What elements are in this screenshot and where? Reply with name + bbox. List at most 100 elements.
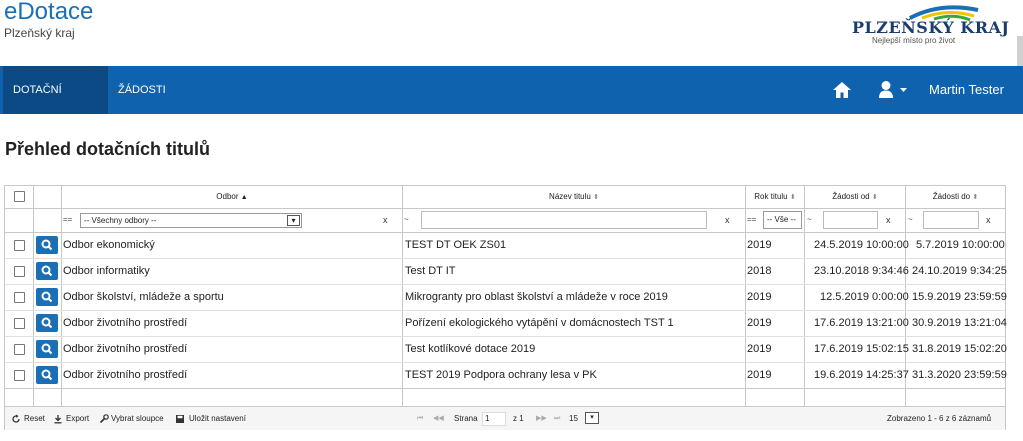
column-header-do[interactable]: Žádosti do ⬍ bbox=[906, 186, 1005, 208]
row-checkbox[interactable] bbox=[14, 266, 25, 277]
export-button[interactable]: Export bbox=[66, 407, 89, 431]
search-icon[interactable] bbox=[36, 288, 58, 306]
dotacni-tituly-grid: Odbor ▲ Název titulu ⬍ Rok titulu ⬍ Žádo… bbox=[4, 185, 1007, 430]
main-navbar: DOTAČNÍ TITULY ŽÁDOSTI Martin Tester bbox=[0, 66, 1023, 144]
sort-icon: ⬍ bbox=[871, 194, 878, 201]
odbor-filter-select[interactable]: -- Všechny odbory -- ▾ bbox=[80, 213, 302, 228]
clear-filter-button[interactable]: x bbox=[986, 215, 991, 225]
page-label: Strana bbox=[454, 414, 478, 423]
wrench-icon bbox=[99, 414, 109, 424]
plzensky-kraj-logo: PLZEŇSKÝ KRAJ Nejlepší místo pro život bbox=[850, 4, 1009, 50]
page-title: Přehled dotačních titulů bbox=[5, 139, 211, 159]
do-filter-input[interactable] bbox=[923, 211, 979, 229]
row-checkbox[interactable] bbox=[14, 318, 25, 329]
search-icon[interactable] bbox=[36, 366, 58, 384]
clear-filter-button[interactable]: x bbox=[383, 215, 388, 225]
column-header-odbor[interactable]: Odbor ▲ bbox=[62, 186, 402, 208]
reset-button[interactable]: Reset bbox=[24, 407, 45, 431]
nav-dotacni-tituly[interactable]: DOTAČNÍ TITULY bbox=[3, 66, 108, 144]
column-header-rok[interactable]: Rok titulu ⬍ bbox=[746, 186, 804, 208]
nazev-filter-input[interactable] bbox=[421, 211, 707, 229]
row-divider bbox=[5, 362, 1005, 363]
page-number-input[interactable]: 1 bbox=[482, 412, 506, 426]
cell-do: 24.10.2019 9:34:25 bbox=[912, 265, 1007, 277]
row-checkbox[interactable] bbox=[14, 370, 25, 381]
logo-name: PLZEŇSKÝ KRAJ bbox=[852, 18, 1010, 37]
last-page-icon[interactable]: ⏭ bbox=[554, 407, 560, 431]
cell-nazev: Mikrogranty pro oblast školství a mládež… bbox=[405, 291, 668, 303]
sort-icon: ⬍ bbox=[593, 194, 599, 201]
cell-odbor: Odbor životního prostředí bbox=[63, 369, 188, 381]
save-icon bbox=[176, 415, 184, 423]
cell-nazev: Test DT IT bbox=[405, 265, 456, 277]
filter-operator[interactable]: ~ bbox=[908, 215, 913, 224]
cell-rok: 2019 bbox=[747, 317, 772, 329]
user-name[interactable]: Martin Tester bbox=[929, 66, 1004, 114]
select-all-checkbox[interactable] bbox=[14, 191, 25, 202]
cell-odbor: Odbor informatiky bbox=[63, 265, 150, 277]
cell-do: 31.3.2020 23:59:59 bbox=[912, 369, 1007, 381]
home-icon[interactable] bbox=[832, 80, 852, 100]
save-settings-button[interactable]: Uložit nastavení bbox=[189, 407, 246, 431]
chevron-down-icon: ▾ bbox=[287, 215, 300, 226]
page-size: 15 bbox=[569, 414, 578, 423]
prev-page-icon[interactable]: ◀◀ bbox=[433, 407, 444, 431]
column-header-label: Žádosti do bbox=[932, 192, 971, 201]
search-icon[interactable] bbox=[36, 314, 58, 332]
search-icon[interactable] bbox=[36, 236, 58, 254]
sort-icon: ⬍ bbox=[972, 194, 979, 201]
row-divider bbox=[5, 336, 1005, 337]
filter-operator[interactable]: ~ bbox=[807, 215, 812, 224]
row-divider bbox=[5, 284, 1005, 285]
cell-rok: 2018 bbox=[747, 265, 772, 277]
rok-filter-select[interactable]: -- Vše -- bbox=[763, 211, 802, 229]
cell-od: 24.5.2019 10:00:00 bbox=[814, 239, 909, 251]
filter-operator[interactable]: == bbox=[63, 215, 72, 224]
cell-od: 23.10.2018 9:34:46 bbox=[814, 265, 909, 277]
first-page-icon[interactable]: ⏮ bbox=[417, 407, 423, 431]
column-header-nazev[interactable]: Název titulu ⬍ bbox=[403, 186, 745, 208]
row-divider bbox=[5, 388, 1005, 389]
app-title[interactable]: eDotace bbox=[4, 0, 93, 26]
cell-nazev: TEST DT OEK ZS01 bbox=[405, 239, 507, 251]
cell-do: 30.9.2019 13:21:04 bbox=[912, 317, 1007, 329]
col-divider bbox=[804, 186, 805, 406]
nav-zadosti[interactable]: ŽÁDOSTI bbox=[108, 66, 176, 114]
cell-od: 17.6.2019 13:21:00 bbox=[814, 317, 909, 329]
header: eDotace Plzeňský kraj PLZEŇSKÝ KRAJ Nejl… bbox=[0, 0, 1023, 66]
page-size-select[interactable]: ▾ bbox=[585, 412, 599, 424]
cell-od: 12.5.2019 0:00:00 bbox=[820, 291, 909, 303]
next-page-icon[interactable]: ▶▶ bbox=[536, 407, 547, 431]
sort-asc-icon: ▲ bbox=[240, 194, 248, 201]
select-columns-button[interactable]: Vybrat sloupce bbox=[111, 407, 164, 431]
filter-operator[interactable]: ~ bbox=[404, 215, 409, 224]
row-checkbox[interactable] bbox=[14, 292, 25, 303]
filter-operator[interactable]: == bbox=[747, 215, 756, 224]
cell-odbor: Odbor životního prostředí bbox=[63, 343, 188, 355]
row-divider bbox=[5, 208, 1005, 209]
clear-filter-button[interactable]: x bbox=[725, 215, 730, 225]
row-checkbox[interactable] bbox=[14, 240, 25, 251]
cell-odbor: Odbor životního prostředí bbox=[63, 317, 188, 329]
cell-rok: 2019 bbox=[747, 343, 772, 355]
user-menu-icon[interactable] bbox=[878, 80, 910, 100]
cell-do: 5.7.2019 10:00:00 bbox=[916, 239, 1005, 251]
column-header-od[interactable]: Žádosti od ⬍ bbox=[805, 186, 905, 208]
col-divider bbox=[33, 186, 34, 406]
row-divider bbox=[5, 232, 1005, 233]
od-filter-input[interactable] bbox=[823, 211, 878, 229]
app-subtitle: Plzeňský kraj bbox=[4, 26, 75, 40]
page-total: z 1 bbox=[513, 414, 524, 423]
reset-icon bbox=[12, 414, 20, 423]
cell-rok: 2019 bbox=[747, 239, 772, 251]
scroll-strip bbox=[1017, 36, 1023, 66]
row-checkbox[interactable] bbox=[14, 344, 25, 355]
clear-filter-button[interactable]: x bbox=[886, 215, 891, 225]
search-icon[interactable] bbox=[36, 262, 58, 280]
row-divider bbox=[5, 258, 1005, 259]
grid-footer: Reset Export Vybrat sloupce Uložit nasta… bbox=[5, 406, 1005, 430]
cell-do: 15.9.2019 23:59:59 bbox=[912, 291, 1007, 303]
download-icon bbox=[54, 415, 62, 424]
search-icon[interactable] bbox=[36, 340, 58, 358]
col-divider bbox=[402, 186, 403, 406]
